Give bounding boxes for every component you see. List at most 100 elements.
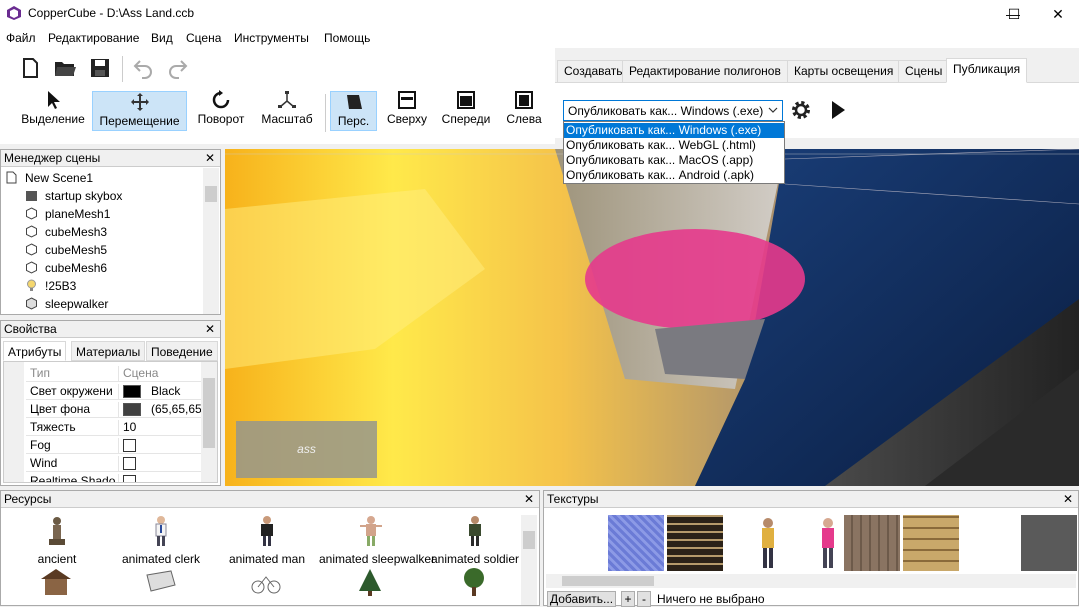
menu-scene[interactable]: Сцена [186,31,221,45]
tree-model-icon[interactable] [457,567,491,597]
property-value[interactable]: (65,65,65) [118,402,202,418]
viewport-overlay-label[interactable]: ass [236,421,377,478]
tree-item[interactable]: cubeMesh6 [25,259,107,277]
color-swatch [123,385,141,399]
close-icon[interactable]: ✕ [524,491,534,508]
tree-item[interactable]: !25B3 [25,277,76,295]
menu-help[interactable]: Помощь [324,31,370,45]
resource-item[interactable]: animated soldier [423,515,527,566]
house-model-icon[interactable] [39,567,73,597]
property-value[interactable] [118,474,202,482]
scrollbar-thumb[interactable] [523,531,535,549]
property-row[interactable]: Цвет фона (65,65,65) [26,400,202,418]
resources-scrollbar[interactable] [521,515,537,605]
texture-thumbnail[interactable] [608,515,664,571]
top-view-button[interactable]: Сверху [384,90,430,130]
textures-hscrollbar[interactable] [546,574,1076,588]
gear-icon[interactable] [790,99,812,121]
menu-view[interactable]: Вид [151,31,173,45]
save-icon[interactable] [88,56,112,80]
property-value-text: Black [151,384,181,398]
undo-icon[interactable] [131,56,155,80]
scrollbar-thumb[interactable] [203,378,215,448]
tree-item[interactable]: cubeMesh3 [25,223,107,241]
publish-option-macos[interactable]: Опубликовать как... MacOS (.app) [564,153,784,168]
property-value[interactable] [118,438,202,454]
property-value[interactable]: Black [118,384,202,400]
scrollbar-thumb[interactable] [205,186,217,202]
close-button[interactable]: ✕ [1035,0,1079,28]
move-tool-button[interactable]: Перемещение [92,91,187,131]
menu-edit[interactable]: Редактирование [48,31,139,45]
resource-item[interactable]: animated sleepwalker [319,515,435,566]
publish-option-webgl[interactable]: Опубликовать как... WebGL (.html) [564,138,784,153]
property-row[interactable]: Тяжесть 10 [26,418,202,436]
publish-option-android[interactable]: Опубликовать как... Android (.apk) [564,168,784,183]
scene-tree-scrollbar[interactable] [203,168,219,314]
tree-item[interactable]: sleepwalker [25,295,108,313]
tab-behavior[interactable]: Поведение [146,341,218,361]
tab-attributes[interactable]: Атрибуты [3,341,67,361]
left-view-button[interactable]: Слева [502,90,546,130]
realtime-shadows-checkbox[interactable] [123,475,136,482]
textures-title: Текстуры [547,492,599,506]
resource-item[interactable]: animated clerk [109,515,213,566]
resource-item[interactable]: animated man [215,515,319,566]
tab-polygon-edit[interactable]: Редактирование полигонов [622,60,788,83]
publish-select[interactable]: Опубликовать как... Windows (.exe) [563,100,783,121]
property-key: Свет окружени [30,384,113,398]
close-icon[interactable]: ✕ [205,150,215,167]
tree-model-icon[interactable] [353,567,387,597]
property-key: Wind [30,456,58,470]
close-icon[interactable]: ✕ [1063,491,1073,508]
texture-thumbnail[interactable] [667,515,723,571]
rotate-tool-button[interactable]: Поворот [190,90,252,130]
bicycle-model-icon[interactable] [249,567,283,597]
menu-tools[interactable]: Инструменты [234,31,309,45]
property-row[interactable]: Realtime Shado [26,472,202,482]
wind-checkbox[interactable] [123,457,136,471]
texture-thumbnail[interactable] [962,515,1018,571]
property-row[interactable]: Fog [26,436,202,454]
character-texture-thumbnail[interactable] [740,515,796,571]
new-file-icon[interactable] [18,56,42,80]
add-icon[interactable]: + [621,591,635,607]
tab-lightmaps[interactable]: Карты освещения [787,60,901,83]
resources-header: Ресурсы ✕ [1,491,539,508]
window-title: CopperCube - D:\Ass Land.ccb [28,6,195,20]
property-value[interactable] [118,456,202,472]
menu-file[interactable]: Файл [6,31,36,45]
open-folder-icon[interactable] [53,56,77,80]
play-icon[interactable] [830,100,846,120]
fog-checkbox[interactable] [123,439,136,453]
title-bar: CopperCube - D:\Ass Land.ccb — ☐ ✕ [0,0,1079,28]
tree-item-root[interactable]: New Scene1 [5,169,93,187]
tree-item[interactable]: cubeMesh5 [25,241,107,259]
add-texture-button[interactable]: Добавить... [547,591,617,607]
box-model-icon[interactable] [143,567,177,597]
tab-publish[interactable]: Публикация [946,58,1028,83]
select-tool-button[interactable]: Выделение [20,90,86,130]
texture-thumbnail[interactable] [844,515,900,571]
tree-item[interactable]: startup skybox [25,187,122,205]
tab-scenes[interactable]: Сцены [898,60,950,83]
texture-thumbnail[interactable] [903,515,959,571]
remove-icon[interactable]: - [637,591,651,607]
tab-materials[interactable]: Материалы [71,341,146,361]
perspective-view-button[interactable]: Перс. [330,91,377,131]
scale-tool-button[interactable]: Масштаб [256,90,318,130]
front-view-button[interactable]: Спереди [438,90,494,130]
publish-option-windows[interactable]: Опубликовать как... Windows (.exe) [564,123,784,138]
redo-icon[interactable] [166,56,190,80]
texture-thumbnail[interactable] [1021,515,1077,571]
property-row[interactable]: Wind [26,454,202,472]
tree-item[interactable]: planeMesh1 [25,205,110,223]
property-grid-scrollbar[interactable] [201,362,217,482]
tab-create[interactable]: Создавать [557,60,630,83]
scrollbar-thumb[interactable] [562,576,654,586]
close-icon[interactable]: ✕ [205,321,215,338]
property-value[interactable]: 10 [118,420,202,436]
property-row[interactable]: Свет окружени Black [26,382,202,400]
maximize-button[interactable]: ☐ [991,0,1037,28]
resource-item[interactable]: ancient [5,515,109,566]
